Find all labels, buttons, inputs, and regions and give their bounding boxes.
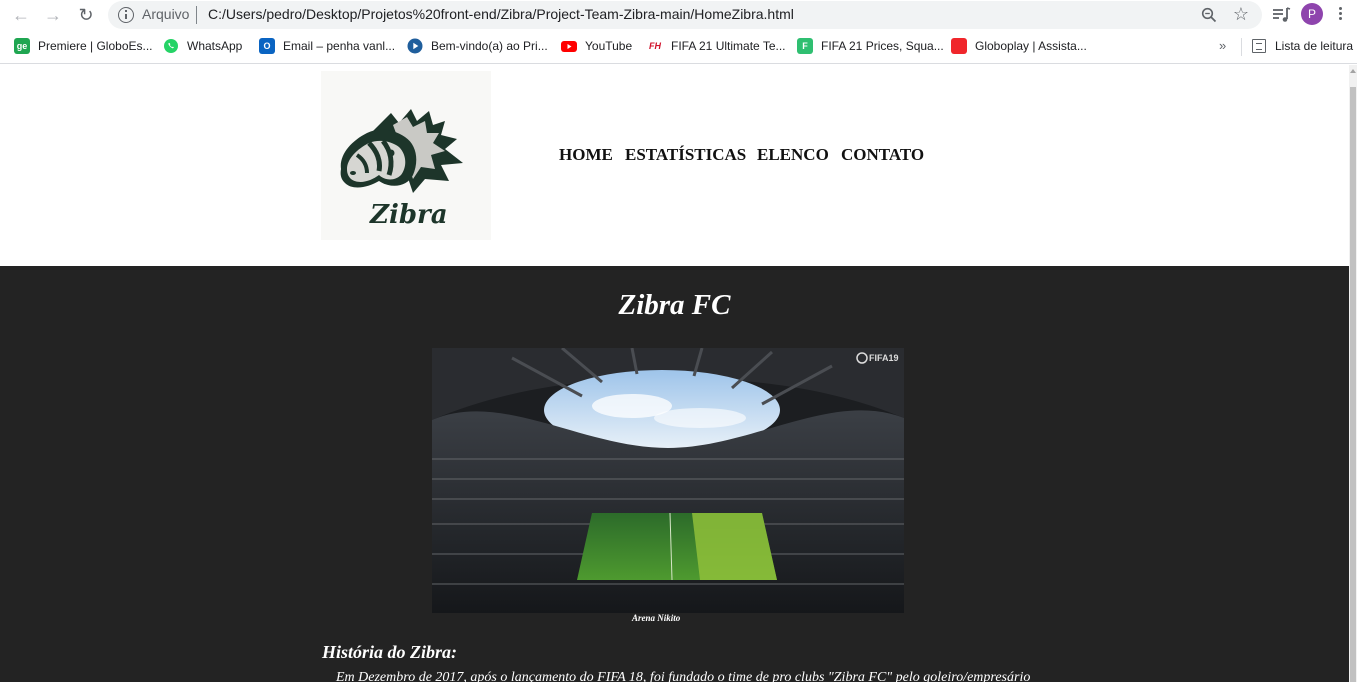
futhead-icon: FH: [649, 41, 661, 51]
nav-estatisticas[interactable]: ESTATÍSTICAS: [625, 145, 746, 165]
nav-elenco[interactable]: ELENCO: [757, 145, 829, 165]
stadium-image: FIFA19: [432, 348, 904, 613]
zebra-head-icon: [340, 109, 463, 193]
main-content: Zibra FC FIFA19 Arena Nikito História do…: [0, 266, 1349, 682]
bookmark-label: Email – penha vanl...: [283, 39, 396, 53]
stadium-illustration: FIFA19: [432, 348, 904, 613]
bookmarks-divider: [1241, 38, 1242, 56]
zibra-logo[interactable]: Zibra: [321, 71, 491, 240]
globoesporte-icon: ge: [14, 38, 30, 54]
address-divider: [196, 6, 197, 24]
outlook-icon: O: [259, 38, 275, 54]
nav-contato[interactable]: CONTATO: [841, 145, 924, 165]
bookmarks-overflow-icon[interactable]: »: [1219, 38, 1226, 53]
back-arrow-icon[interactable]: ←: [9, 3, 33, 27]
kebab-menu-icon[interactable]: [1336, 5, 1344, 23]
scheme-label: Arquivo: [142, 6, 190, 22]
bookmark-label: FIFA 21 Prices, Squa...: [821, 39, 944, 53]
bookmark-label: YouTube: [585, 39, 633, 53]
image-caption: Arena Nikito: [632, 613, 681, 623]
nav-home[interactable]: HOME: [559, 145, 613, 165]
url-text[interactable]: C:/Users/pedro/Desktop/Projetos%20front-…: [208, 6, 794, 22]
bookmark-label: Premiere | GloboEs...: [38, 39, 153, 53]
bookmark-label: WhatsApp: [187, 39, 243, 53]
address-bar[interactable]: Arquivo C:/Users/pedro/Desktop/Projetos%…: [108, 1, 1262, 29]
page-scrollbar[interactable]: [1349, 65, 1357, 682]
history-text: Em Dezembro de 2017, após o lançamento d…: [336, 670, 1031, 682]
bookmark-label: FIFA 21 Ultimate Te...: [671, 39, 786, 53]
forward-arrow-icon[interactable]: →: [41, 3, 65, 27]
media-control-icon[interactable]: [1270, 4, 1292, 26]
reload-icon[interactable]: ↻: [74, 3, 98, 27]
reading-list-label: Lista de leitura: [1275, 39, 1354, 53]
bookmarks-bar: ge Premiere | GloboEs... WhatsApp O Emai…: [0, 30, 1357, 64]
whatsapp-icon: [164, 39, 178, 53]
futbin-icon: F: [797, 38, 813, 54]
history-title: História do Zibra:: [322, 642, 458, 662]
info-icon[interactable]: [118, 7, 134, 23]
bookmark-star-icon[interactable]: ☆: [1233, 4, 1249, 24]
fifa-watermark: FIFA19: [869, 353, 899, 363]
browser-toolbar: ← → ↻ Arquivo C:/Users/pedro/Desktop/Pro…: [0, 0, 1357, 30]
reading-list-icon: [1252, 39, 1266, 53]
globoplay-icon: [951, 38, 967, 54]
site-header: Zibra HOME ESTATÍSTICAS ELENCO CONTATO: [0, 65, 1349, 266]
zoom-icon[interactable]: [1201, 7, 1217, 23]
profile-avatar[interactable]: P: [1301, 3, 1323, 25]
bookmark-label: Bem-vindo(a) ao Pri...: [431, 39, 548, 53]
bookmark-label: Globoplay | Assista...: [975, 39, 1087, 53]
scroll-thumb[interactable]: [1350, 87, 1356, 682]
primevideo-icon: [407, 38, 423, 54]
page-title: Zibra FC: [618, 289, 731, 321]
logo-text: Zibra: [370, 200, 448, 230]
scroll-up-icon[interactable]: [1350, 69, 1356, 73]
youtube-icon: [561, 41, 577, 52]
